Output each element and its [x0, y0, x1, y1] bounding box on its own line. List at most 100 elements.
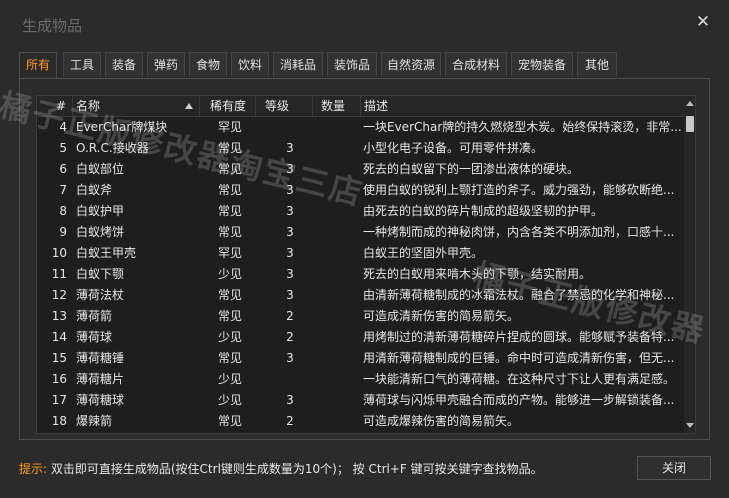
item-name: 白蚁护甲 — [76, 204, 125, 218]
item-level: 3 — [286, 162, 294, 176]
scroll-up-arrow-icon[interactable] — [686, 101, 694, 106]
item-level: 3 — [286, 351, 294, 365]
row-index: 8 — [59, 204, 67, 218]
column-description[interactable]: 描述 — [361, 96, 684, 116]
item-level: 2 — [286, 330, 294, 344]
table-row[interactable]: 4 EverChar牌煤块 罕见 一块EverChar牌的持久燃烧型木炭。始终保… — [37, 117, 684, 138]
item-quantity — [317, 243, 357, 264]
tab-all[interactable]: 所有 — [19, 52, 57, 79]
column-level[interactable]: 等级 — [256, 96, 313, 116]
item-level: 3 — [286, 204, 294, 218]
tab-tools[interactable]: 工具 — [63, 52, 101, 77]
vertical-scrollbar[interactable] — [684, 96, 695, 433]
window-title: 生成物品 — [22, 17, 83, 35]
column-quantity[interactable]: 数量 — [313, 96, 361, 116]
item-description: 一块能清新口气的薄荷糖。在这种尺寸下让人更有满足感。 — [363, 372, 676, 386]
hint-label: 提示: — [19, 462, 48, 476]
item-quantity — [317, 390, 357, 411]
item-name: O.R.C.接收器 — [76, 141, 149, 155]
row-index: 9 — [59, 225, 67, 239]
table-row[interactable]: 13 薄荷箭 常见 2 可造成清新伤害的简易箭矢。 — [37, 306, 684, 327]
tab-ammo[interactable]: 弹药 — [147, 52, 185, 77]
item-quantity — [317, 411, 357, 432]
item-level: 3 — [286, 225, 294, 239]
column-rarity[interactable]: 稀有度 — [200, 96, 256, 116]
item-name: 薄荷球 — [76, 330, 113, 344]
scroll-down-arrow-icon[interactable] — [686, 423, 694, 428]
item-name: 白蚁下颚 — [76, 267, 125, 281]
table-row[interactable]: 9 白蚁烤饼 常见 3 一种烤制而成的神秘肉饼，内含各类不明添加剂，口感十... — [37, 222, 684, 243]
item-level: 3 — [286, 246, 294, 260]
item-description: 死去的白蚁留下的一团渗出液体的硬块。 — [363, 162, 580, 176]
column-name[interactable]: 名称 — [73, 96, 200, 116]
item-description: 可造成清新伤害的简易箭矢。 — [363, 309, 520, 323]
item-description: 一种烤制而成的神秘肉饼，内含各类不明添加剂，口感十... — [363, 225, 675, 239]
row-index: 4 — [59, 120, 67, 134]
row-index: 15 — [51, 351, 67, 365]
table-row[interactable]: 17 薄荷糖球 少见 3 薄荷球与闪烁甲壳融合而成的产物。能够进一步解锁装备..… — [37, 390, 684, 411]
item-name: 白蚁烤饼 — [76, 225, 125, 239]
column-index[interactable]: # — [37, 96, 73, 116]
row-index: 18 — [51, 414, 67, 428]
table-row[interactable]: 14 薄荷球 少见 2 用烤制过的清新薄荷糖碎片捏成的圆球。能够赋予装备特... — [37, 327, 684, 348]
table-row[interactable]: 6 白蚁部位 常见 3 死去的白蚁留下的一团渗出液体的硬块。 — [37, 159, 684, 180]
item-quantity — [317, 369, 357, 390]
item-description: 用清新薄荷糖制成的巨锤。命中时可造成清新伤害，但无... — [363, 351, 675, 365]
row-index: 13 — [51, 309, 67, 323]
item-name: 爆辣箭 — [76, 414, 113, 428]
row-index: 11 — [51, 267, 67, 281]
scrollbar-thumb[interactable] — [686, 116, 694, 132]
close-button[interactable]: 关闭 — [637, 456, 711, 480]
item-description: 由清新薄荷糖制成的冰霜法杖。融合了禁忌的化学和神秘... — [363, 288, 675, 302]
table-row[interactable]: 8 白蚁护甲 常见 3 由死去的白蚁的碎片制成的超级坚韧的护甲。 — [37, 201, 684, 222]
item-description: 白蚁王的坚固外甲壳。 — [363, 246, 484, 260]
item-quantity — [317, 306, 357, 327]
item-quantity — [317, 264, 357, 285]
item-description: 用烤制过的清新薄荷糖碎片捏成的圆球。能够赋予装备特... — [363, 330, 675, 344]
item-level: 3 — [286, 393, 294, 407]
item-level: 3 — [286, 183, 294, 197]
tab-drinks[interactable]: 饮料 — [231, 52, 269, 77]
item-level: 3 — [286, 141, 294, 155]
item-quantity — [317, 327, 357, 348]
row-index: 6 — [59, 162, 67, 176]
table-header: # 名称 稀有度 等级 数量 描述 — [37, 96, 684, 117]
item-description: 使用白蚁的锐利上颚打造的斧子。威力强劲，能够砍断绝... — [363, 183, 675, 197]
tab-equipment[interactable]: 装备 — [105, 52, 143, 77]
table-row[interactable]: 16 薄荷糖片 少见 一块能清新口气的薄荷糖。在这种尺寸下让人更有满足感。 — [37, 369, 684, 390]
tab-pet-equipment[interactable]: 宠物装备 — [511, 52, 573, 77]
item-level — [263, 369, 317, 390]
item-name: 薄荷糖球 — [76, 393, 125, 407]
tab-consumables[interactable]: 消耗品 — [273, 52, 323, 77]
item-name: 薄荷法杖 — [76, 288, 125, 302]
sort-ascending-icon — [185, 103, 193, 109]
tab-decorations[interactable]: 装饰品 — [327, 52, 377, 77]
tab-crafting-materials[interactable]: 合成材料 — [445, 52, 507, 77]
close-icon[interactable]: ✕ — [693, 12, 713, 32]
item-description: 薄荷球与闪烁甲壳融合而成的产物。能够进一步解锁装备... — [363, 393, 675, 407]
table-row[interactable]: 11 白蚁下颚 少见 3 死去的白蚁用来啃木头的下颚，结实耐用。 — [37, 264, 684, 285]
item-name: 白蚁王甲壳 — [76, 246, 137, 260]
item-table: # 名称 稀有度 等级 数量 描述 4 EverChar牌煤块 罕见 一块Eve… — [36, 95, 696, 434]
row-index: 12 — [51, 288, 67, 302]
tab-natural-resources[interactable]: 自然资源 — [381, 52, 441, 77]
item-quantity — [317, 180, 357, 201]
tab-other[interactable]: 其他 — [577, 52, 617, 77]
table-row[interactable]: 18 爆辣箭 常见 2 可造成爆辣伤害的简易箭矢。 — [37, 411, 684, 432]
table-row[interactable]: 10 白蚁王甲壳 罕见 3 白蚁王的坚固外甲壳。 — [37, 243, 684, 264]
item-description: 小型化电子设备。可用零件拼凑。 — [363, 141, 544, 155]
tab-food[interactable]: 食物 — [189, 52, 227, 77]
item-name: 白蚁斧 — [76, 183, 113, 197]
table-row[interactable]: 12 薄荷法杖 常见 3 由清新薄荷糖制成的冰霜法杖。融合了禁忌的化学和神秘..… — [37, 285, 684, 306]
item-name: EverChar牌煤块 — [76, 120, 168, 134]
row-index: 7 — [59, 183, 67, 197]
table-row[interactable]: 5 O.R.C.接收器 常见 3 小型化电子设备。可用零件拼凑。 — [37, 138, 684, 159]
row-index: 16 — [51, 372, 67, 386]
table-row[interactable]: 7 白蚁斧 常见 3 使用白蚁的锐利上颚打造的斧子。威力强劲，能够砍断绝... — [37, 180, 684, 201]
item-quantity — [317, 222, 357, 243]
row-index: 14 — [51, 330, 67, 344]
item-level: 2 — [286, 414, 294, 428]
item-quantity — [317, 348, 357, 369]
item-description: 死去的白蚁用来啃木头的下颚，结实耐用。 — [363, 267, 592, 281]
table-row[interactable]: 15 薄荷糖锤 常见 3 用清新薄荷糖制成的巨锤。命中时可造成清新伤害，但无..… — [37, 348, 684, 369]
